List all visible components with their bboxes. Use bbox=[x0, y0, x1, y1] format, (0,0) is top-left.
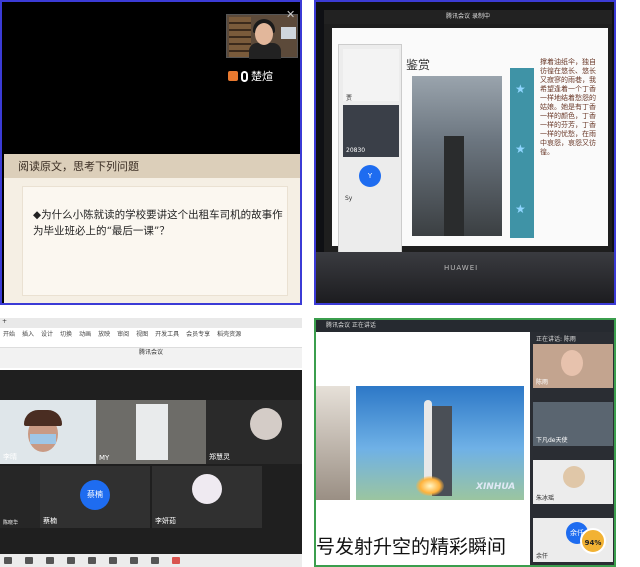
close-icon[interactable]: ✕ bbox=[286, 8, 295, 21]
participant-tile[interactable]: 陈雨 bbox=[533, 344, 613, 388]
avatar bbox=[192, 474, 222, 504]
menu-item[interactable]: 放映 bbox=[98, 329, 110, 338]
monitor-brand: HUAWEI bbox=[444, 264, 479, 272]
face-mask bbox=[30, 434, 56, 444]
network-quality-badge: 94% bbox=[580, 528, 606, 554]
launch-flame bbox=[416, 476, 444, 496]
star-icon: ★ bbox=[515, 142, 526, 156]
participant-name: 楚煊 bbox=[251, 70, 273, 83]
presentation-slide: 鉴赏 ★ ★ ★ 撑着油纸伞，独自彷徨在悠长、悠长又寂寥的雨巷，我希望逢着一个丁… bbox=[332, 28, 608, 254]
participant-name: 郑慧灵 bbox=[209, 453, 230, 461]
camera-icon[interactable] bbox=[25, 557, 33, 564]
poem-text: 撑着油纸伞，独自彷徨在悠长、悠长又寂寥的雨巷，我希望逢着一个丁香一样地结着愁怨的… bbox=[540, 58, 596, 156]
mic-icon[interactable] bbox=[4, 557, 12, 564]
alley-photo bbox=[412, 76, 502, 236]
participant-name: 陈晓华 bbox=[3, 520, 19, 526]
video-tile[interactable]: 陈晓华 bbox=[0, 466, 40, 528]
person-face bbox=[255, 23, 273, 45]
ribbon-toolbar bbox=[0, 338, 302, 348]
participant-tile[interactable]: 20830 bbox=[343, 105, 399, 157]
video-grid: 李晴 MY 郑慧灵 陈晓华 蔡楠 蔡楠 李妍茹 bbox=[0, 370, 302, 554]
participant-nameplate: 楚煊 bbox=[228, 68, 273, 84]
person-body bbox=[249, 43, 281, 59]
meeting-controls bbox=[0, 554, 302, 567]
participant-tile[interactable]: 下凡de天使 bbox=[533, 402, 613, 446]
section-heading: 阅读原文，思考下列问题 bbox=[4, 154, 300, 178]
star-icon: ★ bbox=[515, 82, 526, 96]
meeting-panel-rocket: 腾讯会议 正在讲话 XINHUA 号发射升空的精彩瞬间 正在讲话: 陈雨 陈雨 … bbox=[314, 318, 616, 567]
smoke-image bbox=[316, 386, 350, 500]
participant-name: 陈雨 bbox=[536, 379, 549, 386]
meeting-panel-monitor-photo: 腾讯会议 录制中 鉴赏 ★ ★ ★ 撑着油纸伞，独自彷徨在悠长、悠长又寂寥的雨巷… bbox=[314, 0, 616, 305]
participant-avatar: 蔡楠 bbox=[80, 480, 110, 510]
record-icon[interactable] bbox=[109, 557, 117, 564]
image-watermark: XINHUA bbox=[476, 482, 516, 492]
star-strip: ★ ★ ★ bbox=[510, 68, 534, 238]
meeting-topbar: 腾讯会议 录制中 bbox=[324, 10, 612, 24]
slide-title: 鉴赏 bbox=[406, 58, 431, 72]
video-tile[interactable]: 郑慧灵 bbox=[206, 400, 302, 464]
participant-name: 蔡楠 bbox=[43, 517, 57, 525]
video-tile[interactable]: 李晴 bbox=[0, 400, 96, 464]
leave-icon[interactable] bbox=[172, 557, 180, 564]
participant-name: 贾 bbox=[346, 95, 353, 102]
person-face bbox=[561, 350, 583, 376]
microphone-icon bbox=[241, 70, 248, 82]
menu-item[interactable]: 开始 bbox=[3, 329, 15, 338]
avatar bbox=[250, 408, 282, 440]
monitor-in-video bbox=[281, 27, 296, 39]
rocket bbox=[424, 400, 432, 480]
menu-item[interactable]: 稻壳资源 bbox=[217, 329, 241, 338]
question-card: ◆为什么小陈就读的学校要讲这个出租车司机的故事作为毕业班必上的“最后一课”？ bbox=[22, 186, 288, 296]
avatar bbox=[563, 466, 585, 488]
menu-bar: 开始 插入 设计 切换 动画 放映 审阅 视图 开发工具 会员专享 稻壳资源 bbox=[0, 328, 302, 338]
participants-icon[interactable] bbox=[67, 557, 75, 564]
apps-icon[interactable] bbox=[151, 557, 159, 564]
participant-name: 李妍茹 bbox=[155, 517, 176, 525]
person-hair bbox=[24, 410, 62, 426]
user-icon bbox=[228, 71, 238, 81]
video-tile[interactable]: 蔡楠 蔡楠 bbox=[40, 466, 150, 528]
monitor-screen: 腾讯会议 录制中 鉴赏 ★ ★ ★ 撑着油纸伞，独自彷徨在悠长、悠长又寂寥的雨巷… bbox=[324, 10, 612, 254]
participant-avatar[interactable]: Y bbox=[359, 165, 381, 187]
participant-name: Sy bbox=[345, 195, 353, 202]
menu-item[interactable]: 切换 bbox=[60, 329, 72, 338]
alley-lane bbox=[444, 136, 464, 236]
chat-icon[interactable] bbox=[88, 557, 96, 564]
participant-name: 李晴 bbox=[3, 453, 17, 461]
slide-caption: 号发射升空的精彩瞬间 bbox=[316, 536, 507, 558]
participant-name: 20830 bbox=[346, 147, 366, 154]
slide-content: ◆为什么小陈就读的学校要讲这个出租车司机的故事作为毕业班必上的“最后一课”？ bbox=[4, 178, 300, 303]
menu-item[interactable]: 视图 bbox=[136, 329, 148, 338]
participant-name: 余仟 bbox=[536, 553, 549, 560]
speaking-indicator: 正在讲话: 陈雨 bbox=[536, 336, 576, 343]
question-text: ◆为什么小陈就读的学校要讲这个出租车司机的故事作为毕业班必上的“最后一课”？ bbox=[33, 209, 283, 237]
menu-item[interactable]: 会员专享 bbox=[186, 329, 210, 338]
star-icon: ★ bbox=[515, 202, 526, 216]
share-screen-icon[interactable] bbox=[46, 557, 54, 564]
menu-item[interactable]: 动画 bbox=[79, 329, 91, 338]
rocket-launch-image: XINHUA bbox=[356, 386, 524, 500]
participant-name: 朱冰瑶 bbox=[536, 495, 555, 502]
menu-item[interactable]: 设计 bbox=[41, 329, 53, 338]
menu-item[interactable]: 开发工具 bbox=[155, 329, 179, 338]
meeting-title-bar: 腾讯会议 bbox=[0, 348, 302, 368]
bookshelf bbox=[229, 17, 251, 57]
participant-sidebar: 贾 20830 Y Sy bbox=[338, 44, 402, 254]
meeting-panel-grid: + 开始 插入 设计 切换 动画 放映 审阅 视图 开发工具 会员专享 稻壳资源… bbox=[0, 318, 302, 567]
participant-name: 下凡de天使 bbox=[536, 437, 568, 444]
video-tile[interactable]: MY bbox=[96, 400, 206, 464]
participant-tile[interactable]: 贾 bbox=[343, 49, 399, 102]
menu-item[interactable]: 插入 bbox=[22, 329, 34, 338]
participant-tile[interactable]: 朱冰瑶 bbox=[533, 460, 613, 504]
settings-icon[interactable] bbox=[130, 557, 138, 564]
meeting-panel-reading: ✕ 楚煊 阅读原文，思考下列问题 ◆为什么小陈就读的学校要讲这个出租车司机的故事… bbox=[0, 0, 302, 305]
background-window bbox=[136, 404, 168, 460]
meeting-topbar: 腾讯会议 正在讲话 bbox=[316, 320, 614, 332]
menu-item[interactable]: 审阅 bbox=[117, 329, 129, 338]
participant-name: MY bbox=[99, 454, 110, 462]
monitor-bezel bbox=[316, 252, 614, 303]
video-tile[interactable]: 李妍茹 bbox=[152, 466, 262, 528]
browser-tabs: + bbox=[0, 318, 302, 328]
